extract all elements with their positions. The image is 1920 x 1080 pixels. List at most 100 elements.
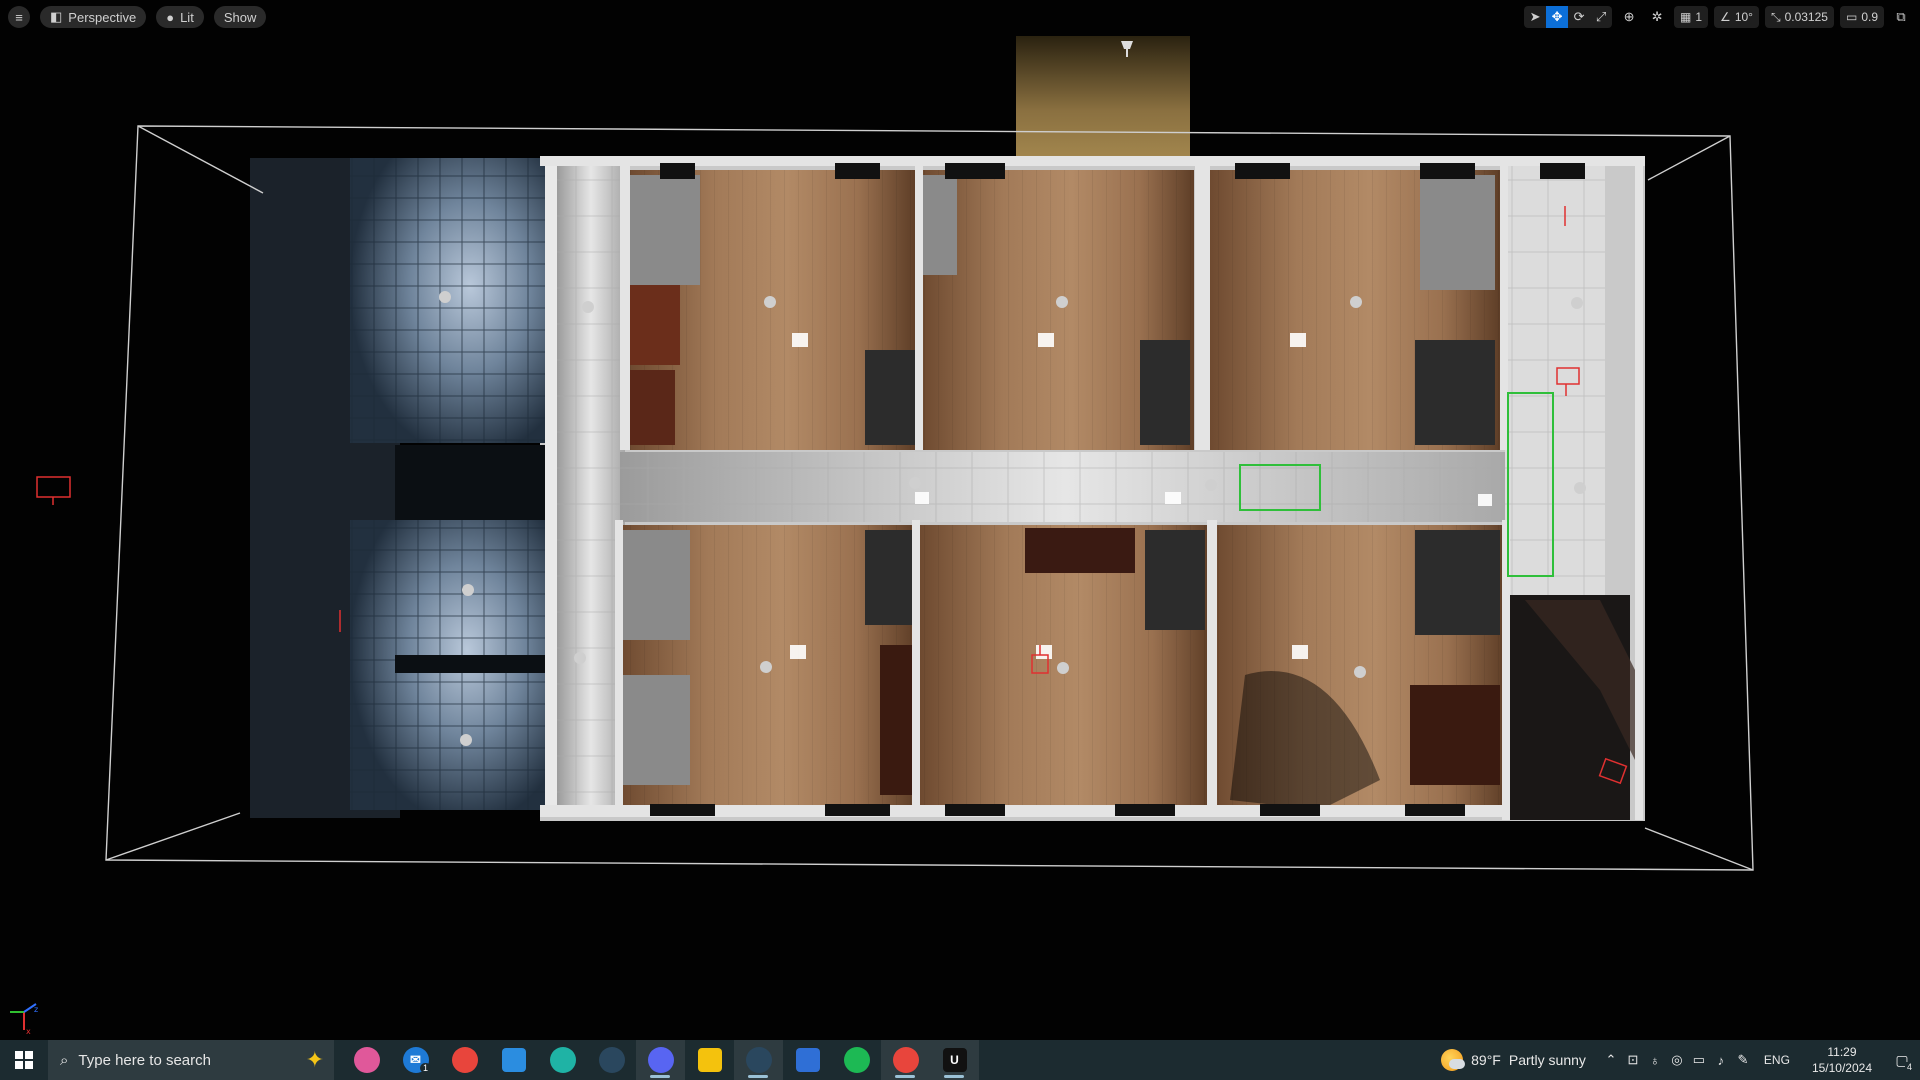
- running-indicator: [944, 1075, 964, 1078]
- taskbar-app-edge[interactable]: [538, 1040, 587, 1080]
- bathroom-divider: [395, 445, 545, 520]
- weather-widget[interactable]: 89°F Partly sunny: [1427, 1049, 1600, 1071]
- viewport-toolbar-right: ➤ ✥ ⟳ ⤢ ⊕ ✲ ▦ 1 ∠ 10° ⤡ 0.03125 ▭ 0.9 ⧉: [1524, 6, 1912, 28]
- show-flags-dropdown[interactable]: Show: [213, 6, 267, 28]
- taskbar-app-chrome[interactable]: [440, 1040, 489, 1080]
- cursor-icon: ➤: [1529, 9, 1541, 24]
- taskbar-app-file-explorer[interactable]: [685, 1040, 734, 1080]
- axis-x-label: x: [26, 1027, 31, 1036]
- grid-snap-value: 1: [1695, 10, 1703, 24]
- maximize-viewport-button[interactable]: ⧉: [1890, 6, 1912, 28]
- windows-logo-icon: [15, 1051, 33, 1069]
- room-upper-1: [630, 170, 915, 450]
- bathroom-partition: [545, 160, 557, 815]
- search-placeholder: Type here to search: [78, 1051, 211, 1069]
- unreal-icon: U: [942, 1048, 967, 1072]
- camera-speed-button[interactable]: ▭ 0.9: [1839, 6, 1884, 28]
- rotation-snap-button[interactable]: ∠ 10°: [1714, 6, 1759, 28]
- microphone-icon[interactable]: ♁: [1644, 1040, 1666, 1080]
- running-indicator: [748, 1075, 768, 1078]
- weather-desc: Partly sunny: [1508, 1052, 1586, 1068]
- chrome-icon: [451, 1047, 478, 1073]
- level-viewport[interactable]: ≡ ◧ Perspective ● Lit Show ➤ ✥ ⟳ ⤢ ⊕ ✲ ▦…: [0, 0, 1920, 1040]
- view-mode-label: Perspective: [68, 9, 137, 25]
- axis-gizmo: z x: [10, 1003, 38, 1036]
- taskbar-app-chrome-profile[interactable]: [881, 1040, 930, 1080]
- surface-snap-icon: ✲: [1651, 9, 1663, 24]
- network-icon[interactable]: ▭: [1688, 1040, 1710, 1080]
- pen-icon[interactable]: ✎: [1732, 1040, 1754, 1080]
- taskbar-app-steam-running[interactable]: [734, 1040, 783, 1080]
- show-hidden-icons-button[interactable]: ⌃: [1600, 1040, 1622, 1080]
- room-upper-3: [1210, 170, 1500, 450]
- start-button[interactable]: [0, 1040, 48, 1080]
- chrome-icon: [892, 1047, 919, 1073]
- chevron-up-icon: ⌃: [1605, 1052, 1617, 1067]
- level-scene[interactable]: [0, 0, 1920, 1040]
- clock-time: 11:29: [1827, 1045, 1857, 1059]
- taskbar-app-unreal-engine[interactable]: U: [930, 1040, 979, 1080]
- clock[interactable]: 11:29 15/10/2024: [1800, 1044, 1884, 1076]
- grid-snap-button[interactable]: ▦ 1: [1674, 6, 1709, 28]
- system-tray: 89°F Partly sunny ⌃ ⊡ ♁ ◎ ▭ ♪ ✎ ENG 11:2…: [1427, 1040, 1920, 1080]
- meet-now-icon[interactable]: ◎: [1666, 1040, 1688, 1080]
- view-mode-dropdown[interactable]: ◧ Perspective: [40, 6, 147, 28]
- capture-icon: [795, 1048, 820, 1072]
- lighting-mode-dropdown[interactable]: ● Lit: [156, 6, 204, 28]
- running-indicator: [895, 1075, 915, 1078]
- notification-center-button[interactable]: ▢ 4: [1884, 1040, 1920, 1080]
- running-indicator: [650, 1075, 670, 1078]
- app-badge: 1: [419, 1063, 431, 1073]
- sphere-icon: ●: [166, 9, 175, 25]
- maximize-icon: ⧉: [1896, 9, 1906, 24]
- clock-date: 15/10/2024: [1811, 1061, 1872, 1075]
- taskbar-app-screen-capture[interactable]: [783, 1040, 832, 1080]
- volume-icon[interactable]: ♪: [1710, 1040, 1732, 1080]
- taskbar-app-spotify[interactable]: [832, 1040, 881, 1080]
- taskbar-app-steam[interactable]: [587, 1040, 636, 1080]
- taskbar-app-mail[interactable]: ✉ 1: [391, 1040, 440, 1080]
- axis-z-label: z: [34, 1005, 38, 1014]
- scale-snap-value: 0.03125: [1784, 10, 1828, 24]
- globe-icon: ⊕: [1623, 9, 1635, 24]
- grid-icon: ▦: [1680, 10, 1692, 24]
- scale-snap-icon: ⤡: [1770, 9, 1781, 24]
- hamburger-icon: ≡: [15, 9, 23, 25]
- translate-tool-button[interactable]: ✥: [1546, 6, 1569, 28]
- spotify-icon: [843, 1047, 870, 1073]
- search-icon: ⌕: [60, 1051, 69, 1069]
- skylight-shaft: [1016, 36, 1190, 160]
- edge-icon: [549, 1047, 576, 1073]
- discord-icon: [647, 1047, 674, 1073]
- scale-icon: ⤢: [1595, 9, 1607, 24]
- show-label: Show: [223, 9, 257, 25]
- language-indicator[interactable]: ENG: [1754, 1053, 1800, 1067]
- folder-icon: [697, 1048, 722, 1072]
- select-tool-button[interactable]: ➤: [1524, 6, 1546, 28]
- camera-speed-value: 0.9: [1861, 10, 1878, 24]
- taskbar-apps: ✉ 1 U: [342, 1040, 979, 1080]
- surface-snap-button[interactable]: ✲: [1646, 6, 1668, 28]
- cube-icon: ◧: [50, 9, 63, 24]
- taskbar-app-store[interactable]: [489, 1040, 538, 1080]
- sparkle-icon: ✦: [305, 1047, 324, 1072]
- taskbar-app-discord[interactable]: [636, 1040, 685, 1080]
- scale-tool-button[interactable]: ⤢: [1590, 6, 1612, 28]
- transform-tools: ➤ ✥ ⟳ ⤢: [1524, 6, 1613, 28]
- camera-tray-icon[interactable]: ⊡: [1622, 1040, 1644, 1080]
- rotate-icon: ⟳: [1573, 9, 1585, 24]
- room-upper-2: [922, 170, 1194, 450]
- world-local-toggle[interactable]: ⊕: [1618, 6, 1640, 28]
- scale-snap-button[interactable]: ⤡ 0.03125: [1764, 6, 1834, 28]
- taskbar-app-copilot[interactable]: [342, 1040, 391, 1080]
- move-icon: ✥: [1551, 9, 1563, 24]
- lighting-mode-label: Lit: [180, 9, 194, 25]
- taskbar-search-box[interactable]: ⌕ Type here to search ✦: [48, 1040, 334, 1080]
- store-icon: [501, 1048, 526, 1072]
- copilot-icon: [353, 1047, 380, 1073]
- steam-icon: [598, 1047, 625, 1073]
- rotate-tool-button[interactable]: ⟳: [1568, 6, 1590, 28]
- notification-count: 4: [1904, 1062, 1914, 1072]
- windows-taskbar: ⌕ Type here to search ✦ ✉ 1 U 89°F Partly …: [0, 1040, 1920, 1080]
- viewport-menu-button[interactable]: ≡: [8, 6, 30, 28]
